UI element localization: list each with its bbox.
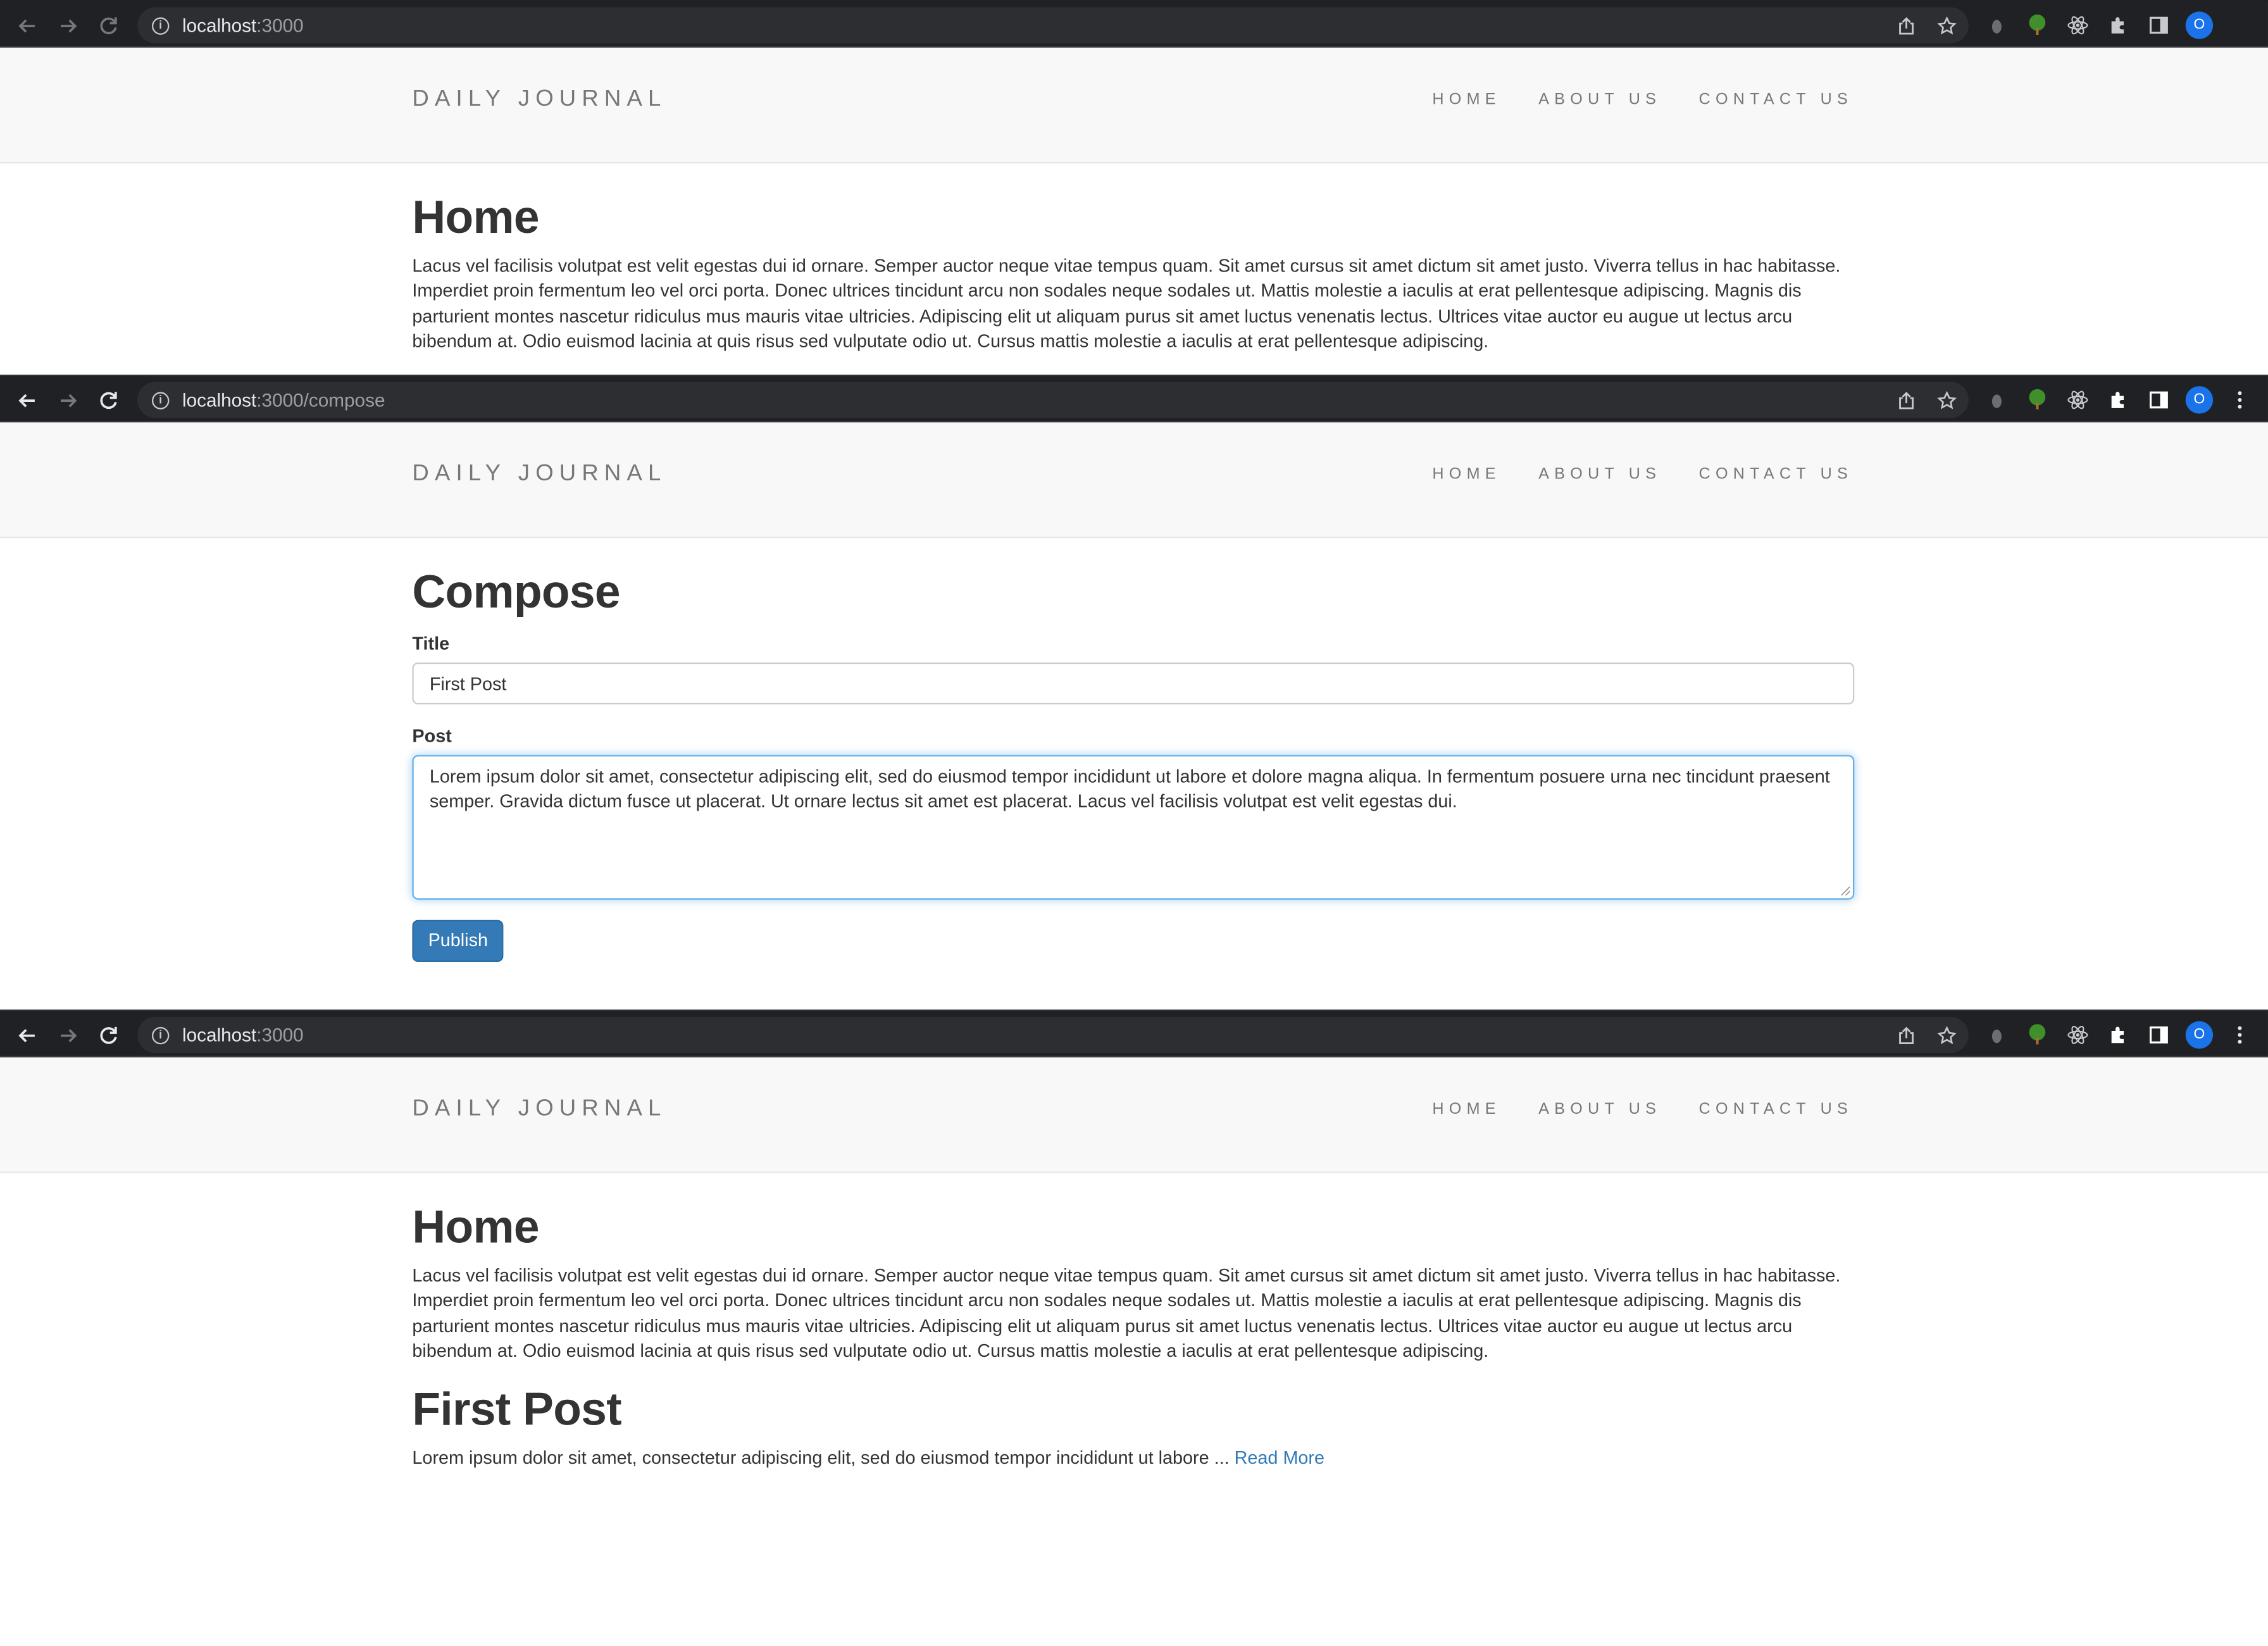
info-icon[interactable]: i: [151, 1026, 170, 1044]
page-heading: Home: [412, 190, 539, 243]
info-icon[interactable]: i: [151, 391, 170, 409]
post-title: First Post: [412, 1382, 621, 1435]
extensions-puzzle-icon[interactable]: [2106, 13, 2131, 38]
back-button[interactable]: [7, 1, 47, 49]
nav-home-link[interactable]: HOME: [1432, 1100, 1500, 1118]
arrow-left-icon: [18, 393, 35, 407]
extensions-puzzle-icon[interactable]: [2106, 1023, 2131, 1047]
address-bar[interactable]: i localhost:3000: [137, 1016, 1969, 1053]
star-icon[interactable]: [1934, 13, 1959, 38]
arrow-right-icon: [60, 18, 77, 32]
url-text: localhost:3000/compose: [182, 389, 385, 411]
arrow-right-icon: [60, 1028, 77, 1042]
back-button[interactable]: [7, 376, 47, 423]
post-label: Post: [412, 726, 452, 747]
post-textarea[interactable]: Lorem ipsum dolor sit amet, consectetur …: [412, 755, 1855, 900]
forward-button[interactable]: [47, 376, 88, 423]
title-label: Title: [412, 633, 450, 654]
site-navbar: DAILY JOURNAL HOME ABOUT US CONTACT US: [0, 1057, 2268, 1173]
side-panel-icon[interactable]: [2146, 1023, 2171, 1047]
reload-button[interactable]: [88, 1011, 128, 1059]
nav-home-link[interactable]: HOME: [1432, 91, 1500, 108]
arrow-left-icon: [18, 18, 35, 32]
reload-icon: [100, 16, 117, 34]
extension-react-icon[interactable]: [2066, 388, 2090, 413]
extension-acorn-icon[interactable]: [1984, 1023, 2009, 1047]
url-text: localhost:3000: [182, 1024, 304, 1046]
nav-about-link[interactable]: ABOUT US: [1538, 1100, 1661, 1118]
read-more-link[interactable]: Read More: [1235, 1447, 1324, 1468]
reload-icon: [100, 391, 117, 408]
home-content: Home Lacus vel facilisis volutpat est ve…: [0, 1173, 1859, 1471]
browser-window-2: i localhost:3000/compose O DAILY JOURNAL…: [0, 374, 2268, 1011]
home-paragraph: Lacus vel facilisis volutpat est velit e…: [412, 256, 1841, 352]
info-icon[interactable]: i: [151, 16, 170, 34]
address-bar[interactable]: i localhost:3000/compose: [137, 382, 1969, 418]
nav-contact-link[interactable]: CONTACT US: [1699, 466, 1853, 483]
site-navbar: DAILY JOURNAL HOME ABOUT US CONTACT US: [0, 47, 2268, 164]
forward-button[interactable]: [47, 1, 88, 49]
browser-window-1: i localhost:3000 O DAILY JOURNAL HOME AB…: [0, 0, 2268, 375]
address-bar[interactable]: i localhost:3000: [137, 7, 1969, 44]
extensions-puzzle-icon[interactable]: [2106, 388, 2131, 413]
browser-toolbar: i localhost:3000/compose O: [0, 374, 2268, 423]
extension-tree-icon[interactable]: [2025, 13, 2050, 38]
kebab-menu-icon[interactable]: [2228, 388, 2252, 413]
compose-form: Compose Title Post Lorem ipsum dolor sit…: [0, 538, 1859, 962]
browser-toolbar: i localhost:3000 O: [0, 0, 2268, 49]
extension-react-icon[interactable]: [2066, 13, 2090, 38]
profile-avatar[interactable]: O: [2185, 1021, 2214, 1049]
nav-contact-link[interactable]: CONTACT US: [1699, 1100, 1853, 1118]
extension-react-icon[interactable]: [2066, 1023, 2090, 1047]
post-excerpt: Lorem ipsum dolor sit amet, consectetur …: [412, 1446, 1859, 1471]
nav-about-link[interactable]: ABOUT US: [1538, 466, 1661, 483]
nav-links: HOME ABOUT US CONTACT US: [1395, 91, 1853, 108]
star-icon[interactable]: [1934, 1023, 1959, 1047]
url-text: localhost:3000: [182, 14, 304, 37]
brand-title[interactable]: DAILY JOURNAL: [412, 87, 666, 113]
resize-handle-icon[interactable]: [1841, 887, 1850, 895]
reload-button[interactable]: [88, 1, 128, 49]
back-button[interactable]: [7, 1011, 47, 1059]
profile-avatar[interactable]: O: [2185, 386, 2214, 414]
brand-title[interactable]: DAILY JOURNAL: [412, 1097, 666, 1123]
nav-about-link[interactable]: ABOUT US: [1538, 91, 1661, 108]
kebab-menu-icon[interactable]: [2228, 1023, 2252, 1047]
reload-button[interactable]: [88, 376, 128, 423]
profile-avatar[interactable]: O: [2185, 11, 2214, 39]
browser-window-3: i localhost:3000 O DAILY JOURNAL HOME AB: [0, 1009, 2268, 1646]
nav-home-link[interactable]: HOME: [1432, 466, 1500, 483]
extension-tree-icon[interactable]: [2025, 1023, 2050, 1047]
site-navbar: DAILY JOURNAL HOME ABOUT US CONTACT US: [0, 422, 2268, 539]
share-icon[interactable]: [1893, 388, 1918, 413]
nav-contact-link[interactable]: CONTACT US: [1699, 91, 1853, 108]
nav-links: HOME ABOUT US CONTACT US: [1395, 466, 1853, 483]
star-icon[interactable]: [1934, 388, 1959, 413]
page-heading: Compose: [412, 565, 620, 618]
share-icon[interactable]: [1893, 13, 1918, 38]
share-icon[interactable]: [1893, 1023, 1918, 1047]
forward-button[interactable]: [47, 1011, 88, 1059]
extension-acorn-icon[interactable]: [1984, 388, 2009, 413]
extension-tree-icon[interactable]: [2025, 388, 2050, 413]
side-panel-icon[interactable]: [2146, 13, 2171, 38]
title-input[interactable]: [412, 662, 1855, 705]
home-content: Home Lacus vel facilisis volutpat est ve…: [0, 163, 1859, 355]
home-paragraph: Lacus vel facilisis volutpat est velit e…: [412, 1265, 1841, 1362]
post-excerpt-text: Lorem ipsum dolor sit amet, consectetur …: [412, 1447, 1230, 1468]
arrow-right-icon: [60, 393, 77, 407]
arrow-left-icon: [18, 1028, 35, 1042]
side-panel-icon[interactable]: [2146, 388, 2171, 413]
post-text: Lorem ipsum dolor sit amet, consectetur …: [429, 766, 1830, 813]
nav-links: HOME ABOUT US CONTACT US: [1395, 1100, 1853, 1118]
extension-acorn-icon[interactable]: [1984, 13, 2009, 38]
publish-button[interactable]: Publish: [412, 920, 504, 962]
reload-icon: [100, 1026, 117, 1044]
page-heading: Home: [412, 1200, 539, 1253]
browser-toolbar: i localhost:3000 O: [0, 1009, 2268, 1057]
brand-title[interactable]: DAILY JOURNAL: [412, 461, 666, 487]
